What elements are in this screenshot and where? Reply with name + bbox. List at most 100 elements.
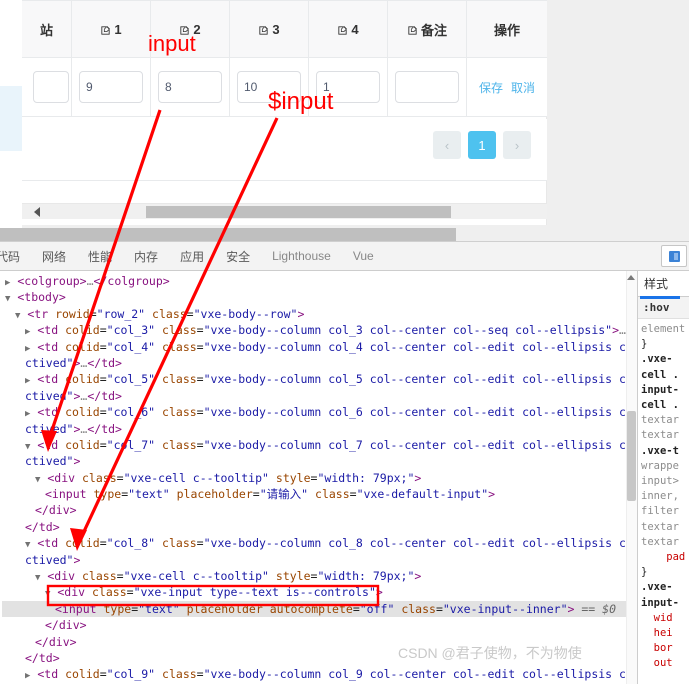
column-header-station[interactable]: 站: [22, 1, 72, 57]
column-header-3[interactable]: 3: [230, 1, 309, 57]
tab-memory[interactable]: 内存: [123, 242, 169, 271]
dom-tree-line[interactable]: ▶ <colgroup>…</colgroup>: [2, 273, 637, 289]
cancel-link[interactable]: 取消: [511, 79, 535, 96]
style-rule-line[interactable]: textar: [641, 428, 689, 443]
dom-tree-line[interactable]: ctived">: [2, 453, 637, 469]
save-link[interactable]: 保存: [479, 79, 503, 96]
hov-button[interactable]: :hov: [643, 301, 670, 314]
tab-sources[interactable]: 代码: [0, 242, 31, 271]
style-rule-line[interactable]: element: [641, 322, 689, 337]
style-rule-line[interactable]: inner,: [641, 489, 689, 504]
dom-tree-pane[interactable]: ▶ <colgroup>…</colgroup> ▼ <tbody> ▼ <tr r…: [0, 271, 637, 684]
style-rule-line[interactable]: .vxe-t: [641, 444, 689, 459]
tab-security[interactable]: 安全: [215, 242, 261, 271]
dom-tree-line[interactable]: ▶ <td colid="col_4" class="vxe-body--col…: [2, 339, 637, 355]
style-rule-line[interactable]: textar: [641, 520, 689, 535]
dom-tree-line[interactable]: </div>: [2, 502, 637, 518]
dom-tree-line[interactable]: ▶ <td colid="col_6" class="vxe-body--col…: [2, 404, 637, 420]
style-rule-line[interactable]: .vxe-: [641, 580, 689, 595]
column-header-1[interactable]: 1: [72, 1, 151, 57]
dom-tree-line[interactable]: <input type="text" placeholder="请输入" cla…: [2, 486, 637, 502]
dom-tree-scrollbar[interactable]: [626, 271, 637, 684]
sidebar-highlight: [0, 86, 22, 151]
page-scrollbar-thumb[interactable]: [0, 228, 456, 241]
style-rule-line[interactable]: textar: [641, 535, 689, 550]
edit-icon: [100, 25, 111, 36]
column-header-remark[interactable]: 备注: [388, 1, 467, 57]
page-left-strip: [0, 0, 22, 241]
scroll-up-arrow-icon[interactable]: [627, 275, 635, 280]
style-rule-line[interactable]: cell .: [641, 398, 689, 413]
tab-lighthouse[interactable]: Lighthouse: [261, 242, 342, 271]
cell-input-remark[interactable]: [395, 71, 459, 103]
style-rule-line[interactable]: .vxe-: [641, 352, 689, 367]
dom-tree-line[interactable]: ▼ <td colid="col_8" class="vxe-body--col…: [2, 535, 637, 551]
tab-styles[interactable]: 样式: [639, 275, 681, 299]
tab-vue[interactable]: Vue: [342, 242, 385, 271]
style-rule-line[interactable]: input-: [641, 383, 689, 398]
styles-tabbar: 样式: [638, 271, 689, 299]
tab-performance[interactable]: 性能: [77, 242, 123, 271]
dom-tree-line[interactable]: ▶ <td colid="col_5" class="vxe-body--col…: [2, 371, 637, 387]
dom-tree-line[interactable]: ▼ <td colid="col_7" class="vxe-body--col…: [2, 437, 637, 453]
edit-icon: [407, 25, 418, 36]
tab-application[interactable]: 应用: [169, 242, 215, 271]
style-rule-line[interactable]: }: [641, 337, 689, 352]
cell-station: [22, 58, 72, 116]
dom-tree-line[interactable]: </td>: [2, 519, 637, 535]
edit-icon: [337, 25, 348, 36]
cell-input-1[interactable]: [79, 71, 143, 103]
pagination-page-1-button[interactable]: 1: [468, 131, 496, 159]
dom-tree-line[interactable]: ▶ <td colid="col_3" class="vxe-body--col…: [2, 322, 637, 338]
pagination: ‹ 1 ›: [433, 131, 531, 159]
cell-input-2[interactable]: [158, 71, 222, 103]
pagination-row: ‹ 1 ›: [22, 119, 547, 181]
style-rule-line[interactable]: input>: [641, 474, 689, 489]
dom-tree-line[interactable]: ctived">…</td>: [2, 388, 637, 404]
style-rule-line[interactable]: input-: [641, 596, 689, 611]
style-rule-line[interactable]: out: [641, 656, 689, 671]
style-rule-line[interactable]: bor: [641, 641, 689, 656]
cell-input-station[interactable]: [32, 71, 69, 103]
column-header-4[interactable]: 4: [309, 1, 388, 57]
pagination-prev-button[interactable]: ‹: [433, 131, 461, 159]
cell-remark: [388, 58, 467, 116]
tab-network[interactable]: 网络: [31, 242, 77, 271]
dom-tree-line[interactable]: </div>: [2, 617, 637, 633]
dom-tree-line[interactable]: <input type="text" placeholder autocompl…: [2, 600, 637, 618]
scroll-left-arrow-icon[interactable]: [34, 207, 40, 217]
column-header-label: 3: [272, 21, 280, 37]
dom-tree-line[interactable]: ▼ <tr rowid="row_2" class="vxe-body--row…: [2, 306, 637, 322]
style-rule-line[interactable]: }: [641, 565, 689, 580]
dock-panel-icon: [668, 250, 680, 262]
devtools-panel: 代码 网络 性能 内存 应用 安全 Lighthouse Vue ▶ <colg…: [0, 241, 689, 684]
column-header-label: 备注: [420, 22, 447, 38]
dock-panel-button[interactable]: [661, 245, 687, 267]
dom-tree-line[interactable]: ctived">: [2, 552, 637, 568]
column-header-actions[interactable]: 操作: [467, 1, 547, 57]
edit-icon: [258, 25, 269, 36]
style-rule-line[interactable]: hei: [641, 626, 689, 641]
screenshot-root: 站 1 2 3 4 备注 操作 9 8 10 1 保存 取消 ‹ 1 › 代码 …: [0, 0, 689, 684]
style-rule-line[interactable]: filter: [641, 504, 689, 519]
dom-tree-code: ▶ <colgroup>…</colgroup> ▼ <tbody> ▼ <tr r…: [0, 271, 637, 683]
dom-tree-line[interactable]: ▶ <td colid="col_9" class="vxe-body--col…: [2, 666, 637, 682]
style-rule-line[interactable]: cell .: [641, 368, 689, 383]
dom-tree-line[interactable]: ▼ <tbody>: [2, 289, 637, 305]
dom-tree-line[interactable]: ▼ <div class="vxe-cell c--tooltip" style…: [2, 568, 637, 584]
annotation-input-label: input: [148, 31, 196, 56]
devtools-tabbar: 代码 网络 性能 内存 应用 安全 Lighthouse Vue: [0, 242, 689, 271]
styles-pane: 样式 :hov element} .vxe-cell . input-cell .t…: [637, 271, 689, 684]
pagination-next-button[interactable]: ›: [503, 131, 531, 159]
dom-tree-line[interactable]: ctived">…</td>: [2, 355, 637, 371]
style-rule-line[interactable]: pad: [641, 550, 689, 565]
style-rule-line[interactable]: wrappe: [641, 459, 689, 474]
dom-tree-line[interactable]: ctived">…</td>: [2, 421, 637, 437]
scrollbar-thumb[interactable]: [146, 206, 451, 218]
style-rule-line[interactable]: textar: [641, 413, 689, 428]
table-horizontal-scrollbar[interactable]: [22, 203, 547, 219]
dom-tree-line[interactable]: ▼ <div class="vxe-cell c--tooltip" style…: [2, 470, 637, 486]
dom-scrollbar-thumb[interactable]: [627, 411, 636, 501]
dom-tree-line[interactable]: ▼ <div class="vxe-input type--text is--c…: [2, 584, 637, 600]
style-rule-line[interactable]: wid: [641, 611, 689, 626]
